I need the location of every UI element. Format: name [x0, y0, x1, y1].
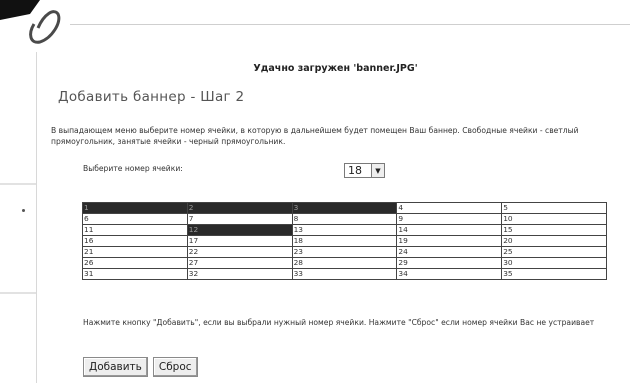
grid-cell: 4 [396, 202, 503, 214]
grid-row: 11 12 13 14 15 [82, 224, 607, 236]
grid-cell: 35 [501, 268, 607, 280]
upload-status: Удачно загружен 'banner.JPG' [253, 63, 418, 74]
action-buttons: Добавить Сброс [83, 357, 198, 377]
grid-cell: 33 [291, 268, 398, 280]
grid-row: 6 7 8 9 10 [82, 213, 607, 225]
grid-cell: 30 [501, 257, 607, 269]
grid-cell: 22 [186, 246, 293, 258]
grid-cell: 6 [82, 213, 188, 225]
grid-cell: 9 [396, 213, 503, 225]
grid-cell: 16 [82, 235, 188, 247]
grid-cell: 7 [186, 213, 293, 225]
grid-cell: 11 [82, 224, 188, 236]
cell-grid: 1 2 3 4 5 6 7 8 9 10 11 12 13 14 15 16 17 18 19 20 21 22 23 24 2… [82, 202, 607, 280]
grid-cell: 25 [501, 246, 607, 258]
grid-cell: 29 [396, 257, 503, 269]
grid-cell: 17 [186, 235, 293, 247]
grid-cell: 8 [291, 213, 398, 225]
grid-cell: 12 [186, 224, 293, 236]
grid-cell: 31 [82, 268, 188, 280]
header-rule [70, 24, 630, 25]
grid-cell: 32 [186, 268, 293, 280]
cell-select-value: 18 [348, 164, 362, 177]
grid-cell: 26 [82, 257, 188, 269]
grid-row: 21 22 23 24 25 [82, 246, 607, 258]
grid-cell: 14 [396, 224, 503, 236]
grid-cell: 15 [501, 224, 607, 236]
reset-button[interactable]: Сброс [152, 357, 198, 377]
cell-number-select[interactable]: 18 ▼ [344, 163, 385, 178]
sidebar-border [36, 52, 37, 383]
grid-cell: 5 [501, 202, 607, 214]
hint-text: Нажмите кнопку "Добавить", если вы выбра… [83, 318, 595, 327]
grid-cell: 19 [396, 235, 503, 247]
add-button[interactable]: Добавить [83, 357, 148, 377]
grid-cell: 21 [82, 246, 188, 258]
instructions-text: В выпадающем меню выберите номер ячейки,… [51, 126, 579, 146]
chevron-down-icon[interactable]: ▼ [371, 164, 384, 177]
grid-cell: 20 [501, 235, 607, 247]
sidebar-divider [0, 292, 36, 294]
grid-row: 26 27 28 29 30 [82, 257, 607, 269]
cell-select-label: Выберите номер ячейки: [83, 164, 183, 173]
grid-cell: 24 [396, 246, 503, 258]
bullet-icon [22, 209, 25, 212]
sidebar-divider [0, 183, 36, 185]
grid-cell: 1 [82, 202, 188, 214]
grid-cell: 10 [501, 213, 607, 225]
grid-row: 12345 [82, 202, 607, 214]
grid-cell: 34 [396, 268, 503, 280]
grid-cell: 2 [186, 202, 293, 214]
grid-row: 31 32 33 34 35 [82, 268, 607, 280]
grid-cell: 28 [291, 257, 398, 269]
grid-cell: 13 [291, 224, 398, 236]
grid-row: 16 17 18 19 20 [82, 235, 607, 247]
grid-cell: 23 [291, 246, 398, 258]
grid-cell: 3 [291, 202, 398, 214]
page-title: Добавить баннер - Шаг 2 [58, 89, 245, 105]
grid-cell: 18 [291, 235, 398, 247]
grid-cell: 27 [186, 257, 293, 269]
